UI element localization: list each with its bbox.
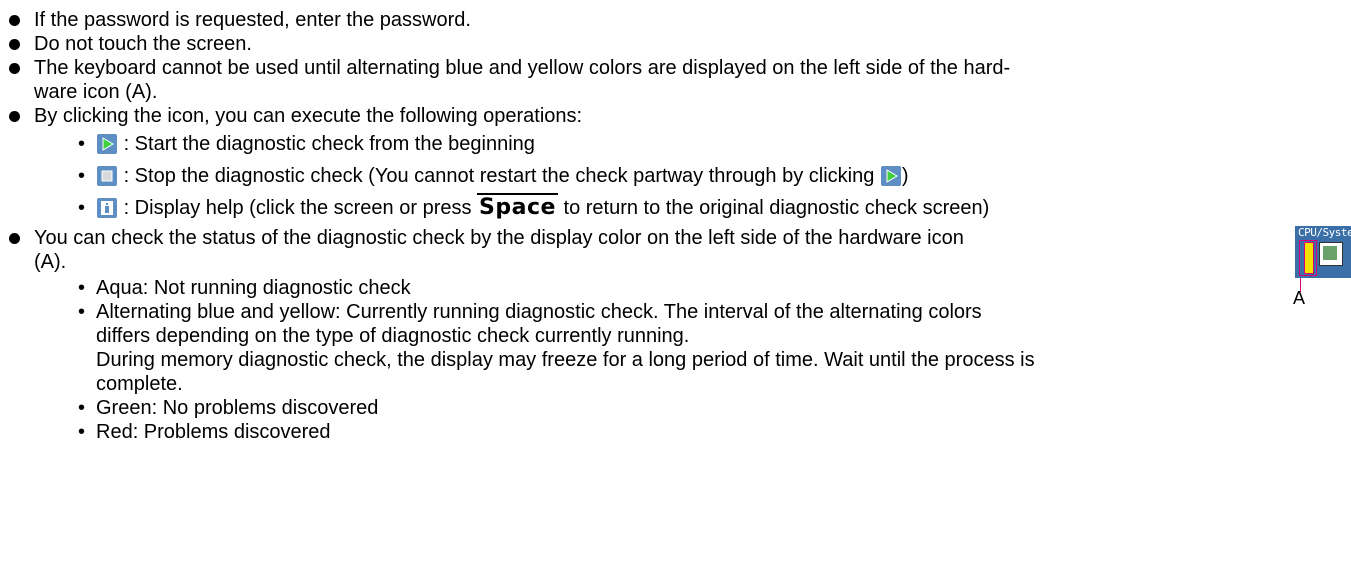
sub-bullet: • [78,165,86,187]
status-text: complete. [96,373,183,395]
operation-text: : Stop the diagnostic check (You cannot … [123,165,875,187]
bullet-dot [9,63,20,74]
status-text: Green: No problems discovered [96,397,379,419]
space-key-label: Space [477,193,558,220]
bullet-text: By clicking the icon, you can execute th… [34,105,583,127]
bullet-text: (A). [34,251,67,273]
bullet-text: Do not touch the screen. [34,33,252,55]
sub-bullet: • [78,197,86,219]
bullet-dot [9,15,20,26]
status-text: Red: Problems discovered [96,421,331,443]
operation-text-end: ) [901,165,909,187]
bullet-text: If the password is requested, enter the … [34,9,471,31]
sub-bullet: • [78,397,86,419]
play-icon[interactable] [97,134,117,154]
bullet-dot [9,111,20,122]
chip-icon [1319,242,1343,266]
sub-bullet: • [78,277,86,299]
help-icon[interactable] [97,198,117,218]
bullet-dot [9,39,20,50]
status-text: Alternating blue and yellow: Currently r… [96,301,982,323]
bullet-text: You can check the status of the diagnost… [34,227,964,249]
hardware-icon-label: CPU/System [1298,226,1351,239]
status-text: Aqua: Not running diagnostic check [96,277,411,299]
operation-text: : Start the diagnostic check from the be… [123,133,535,155]
hardware-icon: CPU/System [1295,226,1351,278]
bullet-text: ware icon (A). [34,81,158,103]
operation-line: : Display help (click the screen or pres… [96,193,990,220]
status-indicator-bar [1304,242,1314,274]
operation-text: : Display help (click the screen or pres… [123,197,472,219]
callout-label: A [1293,288,1306,308]
sub-bullet: • [78,133,86,155]
operation-text: to return to the original diagnostic che… [563,197,990,219]
play-icon[interactable] [880,166,901,186]
bullet-dot [9,233,20,244]
status-text: During memory diagnostic check, the disp… [96,349,1035,371]
sub-bullet: • [78,301,86,323]
bullet-text: The keyboard cannot be used until altern… [34,57,1011,79]
operation-line: : Start the diagnostic check from the be… [96,132,535,156]
operation-line: : Stop the diagnostic check (You cannot … [96,164,909,188]
sub-bullet: • [78,421,86,443]
status-text: differs depending on the type of diagnos… [96,325,690,347]
stop-icon[interactable] [97,166,117,186]
